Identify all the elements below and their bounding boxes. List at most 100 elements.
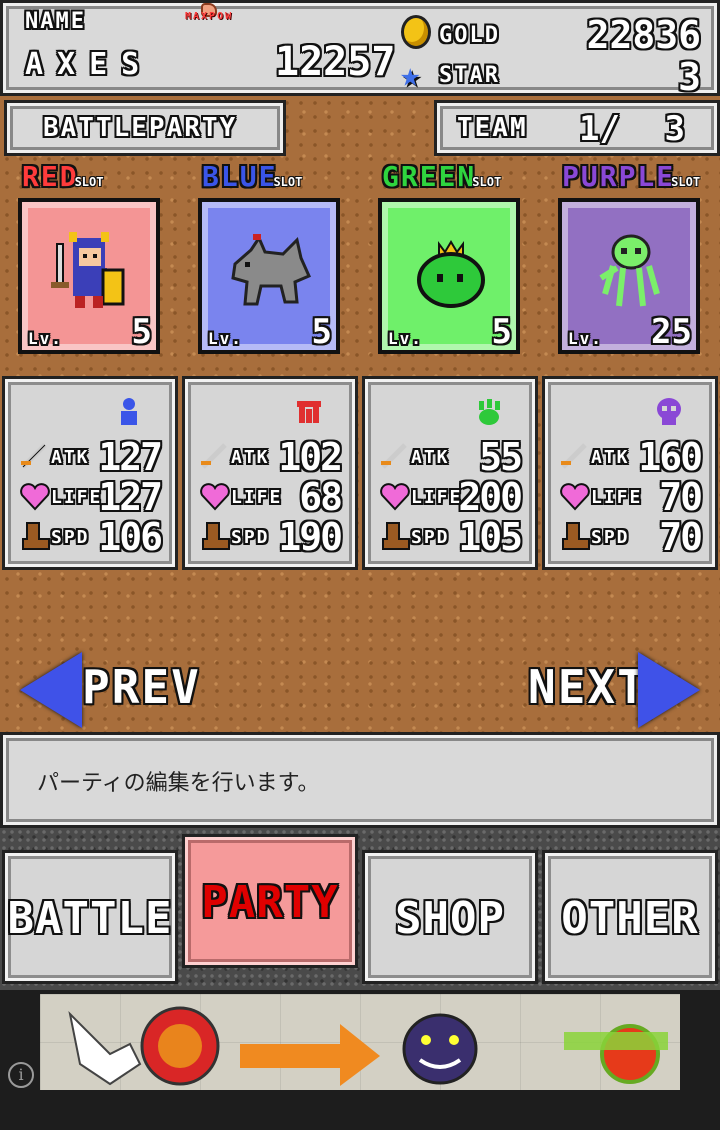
atk-value: 102: [278, 435, 343, 479]
level-label: Lv.: [208, 329, 243, 348]
tab-label: PARTY: [201, 877, 339, 928]
life-label: LIFE: [591, 487, 643, 508]
wolf-icon: [231, 234, 311, 306]
prev-button[interactable]: PREV: [20, 652, 199, 728]
prev-label: PREV: [82, 660, 201, 714]
boot-icon: [22, 522, 50, 550]
heart-icon: [560, 483, 590, 511]
gold-value: 22836: [586, 13, 701, 57]
tab-party[interactable]: PARTY: [182, 834, 358, 968]
spd-value: 190: [278, 515, 343, 559]
level-label: Lv.: [388, 329, 423, 348]
player-name: AXES: [25, 47, 154, 82]
battle-party-label: BATTLEPARTY: [43, 113, 238, 143]
sword-icon: [381, 443, 407, 469]
slime-icon: [417, 240, 485, 308]
heart-icon: [380, 483, 410, 511]
stat-panel-blue: ATK 102 LIFE 68 SPD 190: [182, 376, 358, 570]
atk-label: ATK: [411, 447, 450, 468]
heart-icon: [20, 483, 50, 511]
level-label: Lv.: [568, 329, 603, 348]
tab-label: OTHER: [561, 893, 699, 944]
person-icon: [121, 398, 137, 425]
message-box: パーティの編集を行います。: [0, 732, 720, 828]
ad-banner[interactable]: [40, 994, 680, 1090]
slot-title-purple: PURPLESLOT: [562, 160, 701, 193]
life-value: 127: [98, 475, 163, 519]
life-value: 68: [299, 475, 343, 519]
crab-icon: [297, 401, 321, 423]
level-label: Lv.: [28, 329, 63, 348]
team-current: 1/: [579, 109, 620, 149]
stat-panel-purple: ATK 160 LIFE 70 SPD 70: [542, 376, 718, 570]
level-value: 5: [131, 312, 152, 352]
sword-icon: [201, 443, 227, 469]
spd-value: 105: [458, 515, 523, 559]
level-value: 5: [491, 312, 512, 352]
atk-label: ATK: [591, 447, 630, 468]
battle-party-banner: BATTLEPARTY: [4, 100, 286, 156]
heart-icon: [200, 483, 230, 511]
atk-value: 127: [98, 435, 163, 479]
knight-icon: [51, 232, 125, 308]
next-button[interactable]: NEXT: [524, 652, 700, 728]
star-label: STAR: [439, 63, 500, 88]
star-icon: ★: [400, 55, 421, 95]
tab-label: SHOP: [395, 893, 505, 944]
paw-icon: [479, 399, 500, 425]
atk-value: 55: [479, 435, 523, 479]
team-indicator: TEAM 1/ 3: [434, 100, 720, 156]
maxpow-label: MAXPOW: [185, 11, 234, 22]
life-label: LIFE: [411, 487, 463, 508]
slot-title-green: GREENSLOT: [382, 160, 502, 193]
power-value: 12257: [275, 39, 396, 85]
life-label: LIFE: [231, 487, 283, 508]
spd-value: 106: [98, 515, 163, 559]
spd-label: SPD: [411, 527, 450, 548]
skull-icon: [657, 398, 681, 425]
spd-value: 70: [659, 515, 703, 559]
tab-shop[interactable]: SHOP: [362, 850, 538, 984]
ad-artwork: [68, 1006, 668, 1086]
boot-icon: [202, 522, 230, 550]
life-label: LIFE: [51, 487, 103, 508]
level-value: 25: [651, 312, 692, 352]
right-arrow-icon: [638, 652, 700, 728]
spd-label: SPD: [231, 527, 270, 548]
gold-coin-icon: [401, 15, 431, 49]
slot-title-blue: BLUESLOT: [202, 160, 303, 193]
message-text: パーティの編集を行います。: [37, 771, 320, 796]
tab-other[interactable]: OTHER: [542, 850, 718, 984]
level-value: 5: [311, 312, 332, 352]
stat-panel-green: ATK 55 LIFE 200 SPD 105: [362, 376, 538, 570]
boot-icon: [382, 522, 410, 550]
info-icon[interactable]: i: [8, 1062, 34, 1088]
sword-icon: [21, 443, 47, 469]
life-value: 200: [458, 475, 523, 519]
player-header: NAME AXES MAXPOW 12257 GOLD ★ STAR 22836…: [0, 0, 720, 99]
life-value: 70: [659, 475, 703, 519]
tab-battle[interactable]: BATTLE: [2, 850, 178, 984]
slot-card-purple[interactable]: Lv. 25: [558, 198, 700, 354]
team-label: TEAM: [457, 113, 528, 143]
next-label: NEXT: [528, 660, 647, 714]
star-value: 3: [678, 55, 701, 99]
atk-label: ATK: [51, 447, 90, 468]
sword-icon: [561, 443, 587, 469]
boot-icon: [562, 522, 590, 550]
left-arrow-icon: [20, 652, 82, 728]
tab-label: BATTLE: [7, 893, 173, 944]
name-label: NAME: [25, 9, 86, 34]
spd-label: SPD: [591, 527, 630, 548]
slot-card-red[interactable]: Lv. 5: [18, 198, 160, 354]
atk-label: ATK: [231, 447, 270, 468]
slot-title-red: REDSLOT: [22, 160, 104, 193]
team-total: 3: [664, 109, 687, 149]
spd-label: SPD: [51, 527, 90, 548]
stat-panel-red: ATK 127 LIFE 127 SPD 106: [2, 376, 178, 570]
gold-label: GOLD: [439, 23, 500, 48]
slot-card-blue[interactable]: Lv. 5: [198, 198, 340, 354]
slot-card-green[interactable]: Lv. 5: [378, 198, 520, 354]
atk-value: 160: [638, 435, 703, 479]
squid-icon: [599, 234, 660, 307]
